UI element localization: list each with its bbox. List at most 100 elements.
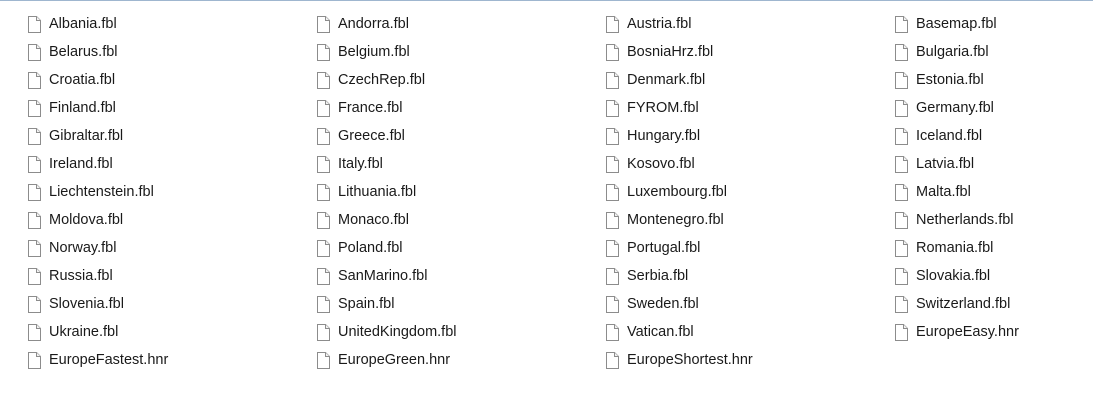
file-item[interactable]: Monaco.fbl [317, 206, 606, 234]
document-icon [28, 71, 41, 89]
file-item[interactable]: Slovakia.fbl [895, 262, 1088, 290]
document-icon [28, 99, 41, 117]
file-item[interactable]: Sweden.fbl [606, 290, 895, 318]
file-item[interactable]: CzechRep.fbl [317, 66, 606, 94]
document-icon [606, 15, 619, 33]
document-icon [28, 155, 41, 173]
file-item[interactable]: Vatican.fbl [606, 318, 895, 346]
file-name: Spain.fbl [338, 296, 395, 312]
file-item[interactable]: Netherlands.fbl [895, 206, 1088, 234]
document-icon [606, 295, 619, 313]
file-item[interactable]: Germany.fbl [895, 94, 1088, 122]
file-item[interactable]: Ukraine.fbl [28, 318, 317, 346]
file-item[interactable]: Belgium.fbl [317, 38, 606, 66]
file-item[interactable]: Montenegro.fbl [606, 206, 895, 234]
file-item[interactable]: Belarus.fbl [28, 38, 317, 66]
file-name: Lithuania.fbl [338, 184, 417, 200]
file-name: EuropeEasy.hnr [916, 324, 1019, 340]
document-icon [895, 323, 908, 341]
file-name: Portugal.fbl [627, 240, 701, 256]
file-list: Albania.fbl Andorra.fbl Austria.fbl Base… [28, 10, 1088, 390]
document-icon [895, 239, 908, 257]
file-item[interactable]: Poland.fbl [317, 234, 606, 262]
file-item[interactable]: Norway.fbl [28, 234, 317, 262]
file-item[interactable]: Austria.fbl [606, 10, 895, 38]
document-icon [606, 71, 619, 89]
file-name: Greece.fbl [338, 128, 405, 144]
document-icon [28, 267, 41, 285]
document-icon [28, 127, 41, 145]
document-icon [317, 71, 330, 89]
file-item[interactable]: Estonia.fbl [895, 66, 1088, 94]
file-item[interactable]: Switzerland.fbl [895, 290, 1088, 318]
file-item[interactable]: Kosovo.fbl [606, 150, 895, 178]
file-item[interactable]: Denmark.fbl [606, 66, 895, 94]
file-name: Iceland.fbl [916, 128, 983, 144]
document-icon [606, 351, 619, 369]
file-item[interactable]: Gibraltar.fbl [28, 122, 317, 150]
file-item[interactable]: Ireland.fbl [28, 150, 317, 178]
file-item[interactable]: Andorra.fbl [317, 10, 606, 38]
document-icon [28, 295, 41, 313]
file-item[interactable]: Basemap.fbl [895, 10, 1088, 38]
document-icon [317, 183, 330, 201]
file-item[interactable]: France.fbl [317, 94, 606, 122]
file-item[interactable]: Liechtenstein.fbl [28, 178, 317, 206]
file-item[interactable]: EuropeFastest.hnr [28, 346, 317, 374]
document-icon [606, 155, 619, 173]
file-item[interactable]: BosniaHrz.fbl [606, 38, 895, 66]
document-icon [895, 127, 908, 145]
file-name: Ireland.fbl [49, 156, 113, 172]
file-name: Finland.fbl [49, 100, 116, 116]
file-item[interactable]: Greece.fbl [317, 122, 606, 150]
file-name: Slovenia.fbl [49, 296, 124, 312]
file-name: Monaco.fbl [338, 212, 409, 228]
document-icon [317, 267, 330, 285]
document-icon [895, 43, 908, 61]
file-item[interactable]: Portugal.fbl [606, 234, 895, 262]
file-name: France.fbl [338, 100, 403, 116]
file-name: Belgium.fbl [338, 44, 410, 60]
file-item[interactable]: Spain.fbl [317, 290, 606, 318]
document-icon [28, 323, 41, 341]
file-name: Norway.fbl [49, 240, 117, 256]
file-name: Germany.fbl [916, 100, 994, 116]
file-name: Kosovo.fbl [627, 156, 695, 172]
document-icon [317, 43, 330, 61]
file-item[interactable]: FYROM.fbl [606, 94, 895, 122]
file-name: Romania.fbl [916, 240, 994, 256]
file-name: Hungary.fbl [627, 128, 701, 144]
file-item[interactable]: Russia.fbl [28, 262, 317, 290]
file-item[interactable]: SanMarino.fbl [317, 262, 606, 290]
file-name: Sweden.fbl [627, 296, 699, 312]
document-icon [606, 183, 619, 201]
file-item[interactable]: Hungary.fbl [606, 122, 895, 150]
file-item[interactable]: Iceland.fbl [895, 122, 1088, 150]
document-icon [606, 43, 619, 61]
file-item[interactable]: Luxembourg.fbl [606, 178, 895, 206]
file-item[interactable]: Albania.fbl [28, 10, 317, 38]
window-top-border [0, 0, 1093, 1]
file-name: Gibraltar.fbl [49, 128, 124, 144]
file-item[interactable]: Croatia.fbl [28, 66, 317, 94]
file-item[interactable]: UnitedKingdom.fbl [317, 318, 606, 346]
file-item[interactable]: EuropeShortest.hnr [606, 346, 895, 374]
file-item[interactable]: Serbia.fbl [606, 262, 895, 290]
document-icon [895, 71, 908, 89]
file-item[interactable]: Moldova.fbl [28, 206, 317, 234]
document-icon [606, 323, 619, 341]
file-item[interactable]: Bulgaria.fbl [895, 38, 1088, 66]
file-item[interactable]: Finland.fbl [28, 94, 317, 122]
file-item[interactable]: Italy.fbl [317, 150, 606, 178]
file-item[interactable]: EuropeEasy.hnr [895, 318, 1088, 346]
file-item[interactable]: Lithuania.fbl [317, 178, 606, 206]
file-item[interactable]: Romania.fbl [895, 234, 1088, 262]
file-name: EuropeGreen.hnr [338, 352, 451, 368]
file-item[interactable]: Malta.fbl [895, 178, 1088, 206]
file-item[interactable]: Slovenia.fbl [28, 290, 317, 318]
file-item[interactable]: Latvia.fbl [895, 150, 1088, 178]
file-name: SanMarino.fbl [338, 268, 428, 284]
file-item[interactable]: EuropeGreen.hnr [317, 346, 606, 374]
file-name: Denmark.fbl [627, 72, 706, 88]
document-icon [317, 295, 330, 313]
